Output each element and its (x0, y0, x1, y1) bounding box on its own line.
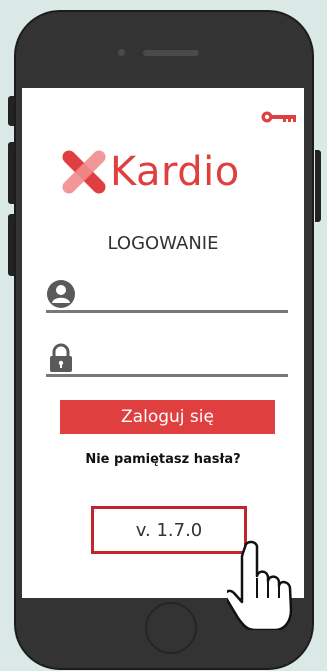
phone-power-button (315, 150, 321, 222)
phone-home-button (145, 602, 197, 654)
phone-volume-up (8, 142, 14, 204)
logo-text: Kardio (110, 149, 240, 195)
phone-mute-switch (8, 96, 14, 126)
login-button[interactable]: Zaloguj się (60, 400, 275, 434)
app-screen: Kardio LOGOWANIE Zaloguj się Nie pamięta… (22, 88, 304, 598)
username-input[interactable] (82, 280, 286, 308)
lock-icon (50, 343, 72, 372)
username-field[interactable] (46, 276, 288, 313)
version-text: v. 1.7.0 (135, 519, 203, 541)
user-icon (47, 280, 75, 308)
logo-x-mark-icon (62, 150, 106, 194)
hand-pointer-icon (227, 540, 293, 630)
phone-volume-down (8, 214, 14, 276)
forgot-password-link[interactable]: Nie pamiętasz hasła? (22, 452, 304, 467)
app-logo: Kardio (60, 148, 240, 196)
version-label[interactable]: v. 1.7.0 (91, 506, 247, 554)
phone-camera (118, 49, 125, 56)
key-icon[interactable] (261, 111, 297, 123)
password-field[interactable] (46, 340, 288, 377)
password-input[interactable] (82, 344, 286, 372)
page-title: LOGOWANIE (107, 233, 219, 254)
phone-speaker (143, 50, 199, 56)
